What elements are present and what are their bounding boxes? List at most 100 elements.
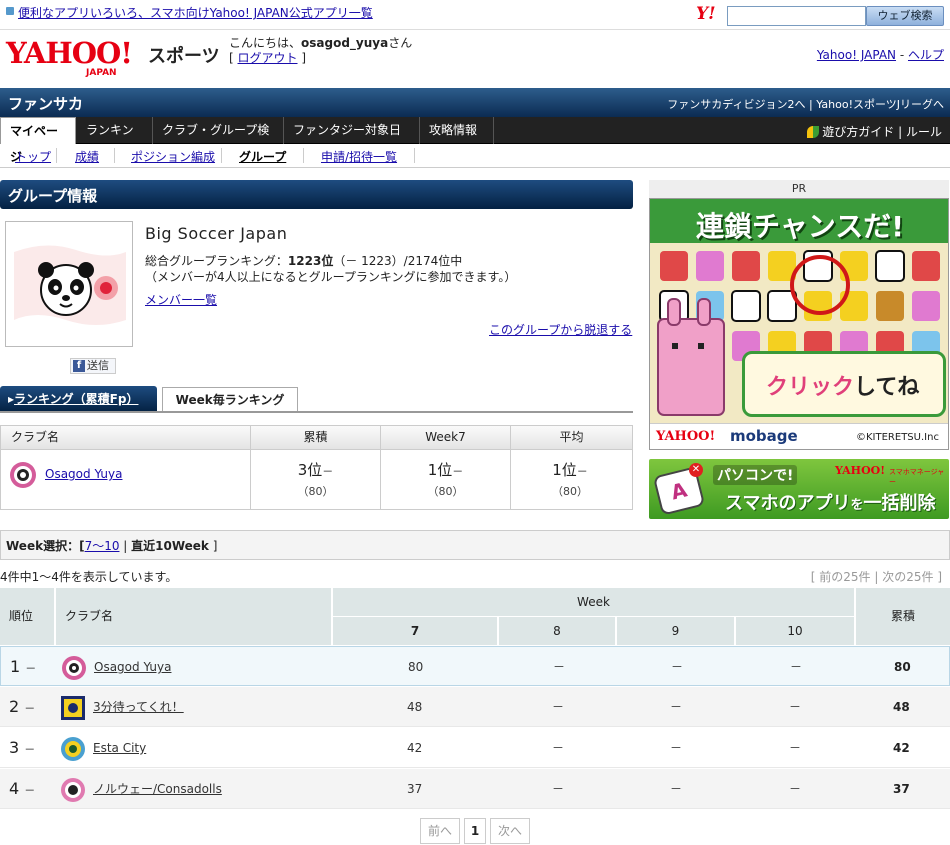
guide-links: 遊び方ガイド | ルール <box>807 123 942 140</box>
col-header-week: Week <box>332 588 854 616</box>
prev-25-link[interactable]: 前の25件 <box>819 570 870 584</box>
tab-mypage[interactable]: マイページ <box>0 117 76 164</box>
page-1-button[interactable]: 1 <box>464 818 486 844</box>
row-rank: 4 － <box>9 779 36 798</box>
club-emblem-icon <box>61 737 85 761</box>
rank-value: 1223位 <box>287 254 334 268</box>
sports-title[interactable]: スポーツ <box>148 42 220 68</box>
division2-link[interactable]: ファンサカディビジョン2へ <box>667 98 805 111</box>
member-list-link[interactable]: メンバー一覧 <box>145 291 217 308</box>
guide-link[interactable]: 遊び方ガイド <box>822 125 894 139</box>
club-link[interactable]: Osagod Yuya <box>94 647 171 687</box>
week7-points: （80） <box>427 485 464 498</box>
group-info-header: グループ情報 <box>0 180 633 209</box>
panda-flag-icon <box>6 222 132 346</box>
group-ranking: 総合グループランキング：1223位（－ 1223）/2174位中 （メンバーが4… <box>145 253 516 285</box>
week8-points: － <box>552 782 565 796</box>
help-link[interactable]: ヘルプ <box>908 48 944 62</box>
rank-detail: （－ 1223）/2174位中 <box>333 254 463 268</box>
col-header-week-9: 9 <box>616 617 734 645</box>
cumulative-rank: 3位－ <box>297 461 334 479</box>
next-25-link[interactable]: 次の25件 <box>882 570 933 584</box>
search-input[interactable] <box>727 6 866 26</box>
week10-points: － <box>789 782 802 796</box>
divider <box>56 148 57 163</box>
club-emblem-icon <box>61 696 85 720</box>
col-header-week7: Week7 <box>380 426 510 450</box>
week-selector: Week選択：[7〜10 | 直近10Week ] <box>0 530 950 560</box>
next-page-button[interactable]: 次へ <box>490 818 530 844</box>
table-row: 4 － ノルウェー/Consadolls 37 － － － 37 <box>0 769 950 809</box>
subtab-results[interactable]: 成績 <box>75 148 99 165</box>
tab-strategy[interactable]: 攻略情報 <box>420 117 494 144</box>
web-search-button[interactable]: ウェブ検索 <box>866 6 944 26</box>
week9-points: － <box>670 741 683 755</box>
rules-link[interactable]: ルール <box>906 125 942 139</box>
ranking-note: （メンバーが4人以上になるとグループランキングに参加できます。） <box>145 270 517 284</box>
total-points: 80 <box>894 660 911 674</box>
subtab-formation[interactable]: ポジション編成 <box>131 148 215 165</box>
club-link[interactable]: Esta City <box>93 728 146 768</box>
tab-weekly-ranking[interactable]: Week毎ランキング <box>162 387 298 412</box>
prev-page-button[interactable]: 前へ <box>420 818 460 844</box>
week7-points: 48 <box>407 700 423 714</box>
row-rank: 2 － <box>9 697 36 716</box>
service-links: ファンサカディビジョン2へ | Yahoo!スポーツJリーグへ <box>667 98 944 111</box>
week8-points: － <box>553 660 566 674</box>
week-7-10-link[interactable]: 7〜10 <box>85 539 120 553</box>
club-link[interactable]: 3分待ってくれ！ <box>93 687 184 727</box>
fb-send-label: 送信 <box>87 359 109 372</box>
col-header-cumulative: 累積 <box>250 426 380 450</box>
col-header-total: 累積 <box>855 588 950 645</box>
tab-cumulative-ranking[interactable]: ▸ランキング（累積Fp） <box>0 386 157 412</box>
week10-points: － <box>789 741 802 755</box>
game-ad-banner[interactable]: 連鎖チャンスだ! クリックしてね YAHOO! mobage ©KITERETS… <box>649 198 949 450</box>
week7-points: 37 <box>407 782 423 796</box>
club-link[interactable]: Osagod Yuya <box>45 467 122 481</box>
cumulative-points: （80） <box>297 485 334 498</box>
ad2-line2: スマホのアプリを一括削除 <box>725 493 936 514</box>
table-row: 2 － 3分待ってくれ！ 48 － － － 48 <box>0 687 950 727</box>
service-bar: ファンサカ ファンサカディビジョン2へ | Yahoo!スポーツJリーグへ <box>0 88 950 117</box>
subtab-top[interactable]: トップ <box>15 148 51 165</box>
week-current: 直近10Week <box>131 539 209 553</box>
facebook-icon: f <box>73 360 85 372</box>
group-image <box>5 221 133 347</box>
tab-ranking[interactable]: ランキング <box>77 117 153 163</box>
username: osagod_yuya <box>301 36 389 50</box>
smartphone-manager-ad[interactable]: A ✕ パソコンで! YAHOO! スマホマネージャー スマホのアプリを一括削除 <box>649 459 949 519</box>
col-header-week-7: 7 <box>332 617 497 645</box>
logo-sub-text: JAPAN <box>86 68 117 78</box>
tab-fantasy-schedule[interactable]: ファンタジー対象日程 <box>284 117 420 163</box>
rank-label: 総合グループランキング： <box>145 254 288 268</box>
divider <box>0 411 633 413</box>
page-nav-top: [ 前の25件 | 次の25件 ] <box>810 570 942 584</box>
service-title[interactable]: ファンサカ <box>8 93 83 114</box>
week7-rank: 1位－ <box>427 461 464 479</box>
pr-label: PR <box>649 180 949 198</box>
week9-points: － <box>670 700 683 714</box>
ad2-line1: パソコンで! <box>713 465 798 485</box>
beginner-leaf-icon <box>807 126 820 138</box>
facebook-send-button[interactable]: f 送信 <box>70 358 116 374</box>
yahoo-japan-logo[interactable]: YAHOO! JAPAN <box>6 38 146 82</box>
sub-tabs: トップ 成績 ポジション編成 グループ 申請/招待一覧 <box>0 145 950 168</box>
tab-club-search[interactable]: クラブ・グループ検索 <box>153 117 284 163</box>
col-header-rank: 順位 <box>0 588 54 645</box>
divider <box>114 148 115 163</box>
week7-points: 42 <box>407 741 423 755</box>
leave-group-link[interactable]: このグループから脱退する <box>489 321 632 338</box>
logout-link[interactable]: ログアウト <box>238 51 298 65</box>
ad-bubble-text: クリックしてね <box>766 375 920 400</box>
subtab-invites[interactable]: 申請/招待一覧 <box>321 148 397 165</box>
yahoo-japan-link[interactable]: Yahoo! JAPAN <box>817 48 896 62</box>
col-header-club-name: クラブ名 <box>55 588 331 645</box>
subtab-group[interactable]: グループ <box>239 148 286 165</box>
col-header-week-10: 10 <box>735 617 854 645</box>
ad2-brand-sub: スマホマネージャー <box>889 468 945 486</box>
jleague-link[interactable]: Yahoo!スポーツJリーグへ <box>816 98 944 111</box>
table-row: 1 － Osagod Yuya 80 － － － 80 <box>0 646 950 686</box>
app-list-link[interactable]: 便利なアプリいろいろ、スマホ向けYahoo! JAPAN公式アプリ一覧 <box>6 4 373 21</box>
club-emblem-icon <box>62 656 86 680</box>
club-link[interactable]: ノルウェー/Consadolls <box>93 769 222 809</box>
